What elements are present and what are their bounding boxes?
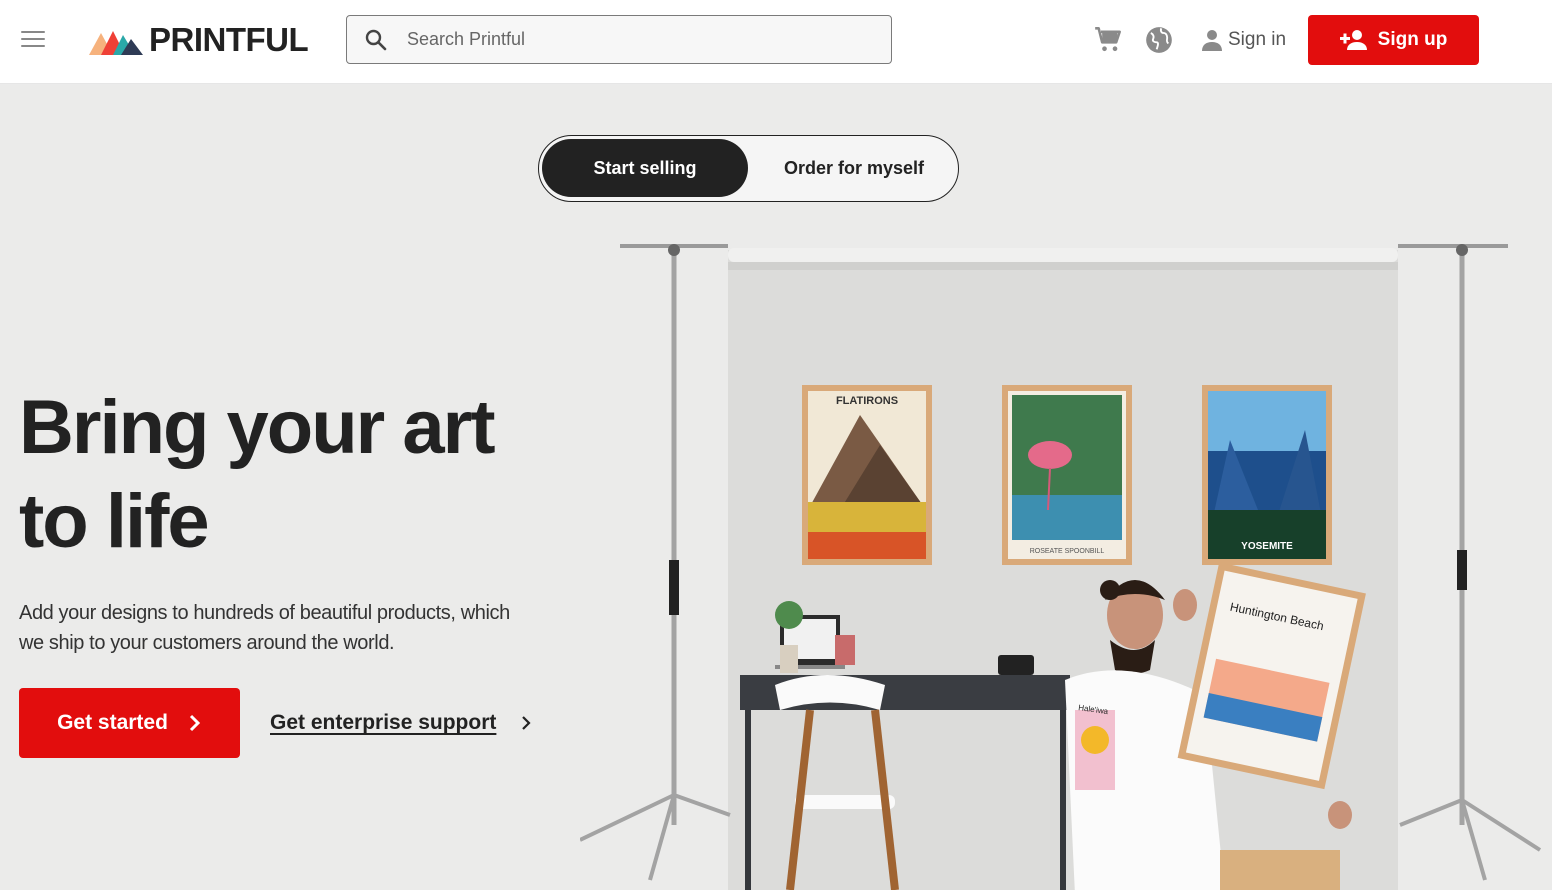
printful-logo[interactable]: PRINTFUL — [89, 21, 309, 58]
audience-toggle: Start selling Order for myself — [538, 135, 959, 202]
search-box[interactable] — [346, 15, 892, 64]
order-for-myself-tab[interactable]: Order for myself — [754, 139, 954, 197]
enterprise-support-link[interactable]: Get enterprise support — [270, 705, 532, 741]
headline-line-1: Bring your art — [19, 385, 496, 470]
poster3-title: YOSEMITE — [1241, 541, 1293, 552]
top-navbar: PRINTFUL Sign in Sign up — [0, 0, 1552, 84]
person-icon — [1202, 30, 1222, 51]
search-icon — [365, 29, 387, 50]
menu-icon[interactable] — [21, 31, 45, 49]
spoonbill-poster: ROSEATE SPOONBILL — [1002, 385, 1132, 565]
hero-subtext: Add your designs to hundreds of beautifu… — [19, 602, 510, 654]
get-started-label: Get started — [57, 711, 168, 734]
chevron-right-icon — [522, 716, 531, 730]
hero-headline: Bring your art to life — [19, 381, 579, 569]
poster2-caption: ROSEATE SPOONBILL — [1030, 548, 1105, 555]
hero-image: FLATIRONS ROSEATE SPOONBILL YOSEMITE Hal… — [580, 244, 1542, 890]
sign-in-label: Sign in — [1228, 29, 1287, 50]
get-started-button[interactable]: Get started — [19, 688, 240, 758]
globe-icon[interactable] — [1145, 26, 1173, 54]
logo-mark-icon — [89, 31, 143, 55]
sign-up-button[interactable]: Sign up — [1308, 15, 1479, 65]
sign-up-label: Sign up — [1377, 29, 1448, 50]
yosemite-poster: YOSEMITE — [1202, 385, 1332, 565]
add-person-icon — [1339, 30, 1367, 50]
search-input[interactable] — [407, 29, 867, 50]
start-selling-tab[interactable]: Start selling — [542, 139, 748, 197]
logo-wordmark: PRINTFUL — [149, 21, 309, 58]
cart-icon[interactable] — [1094, 26, 1122, 54]
chevron-right-icon — [189, 714, 201, 732]
poster1-title: FLATIRONS — [836, 395, 898, 407]
headline-line-2: to life — [19, 479, 210, 564]
sign-in-link[interactable]: Sign in — [1200, 24, 1286, 56]
flatirons-poster: FLATIRONS — [802, 385, 932, 565]
enterprise-support-label: Get enterprise support — [270, 711, 497, 734]
hero-section: FLATIRONS ROSEATE SPOONBILL YOSEMITE Hal… — [0, 85, 1552, 890]
